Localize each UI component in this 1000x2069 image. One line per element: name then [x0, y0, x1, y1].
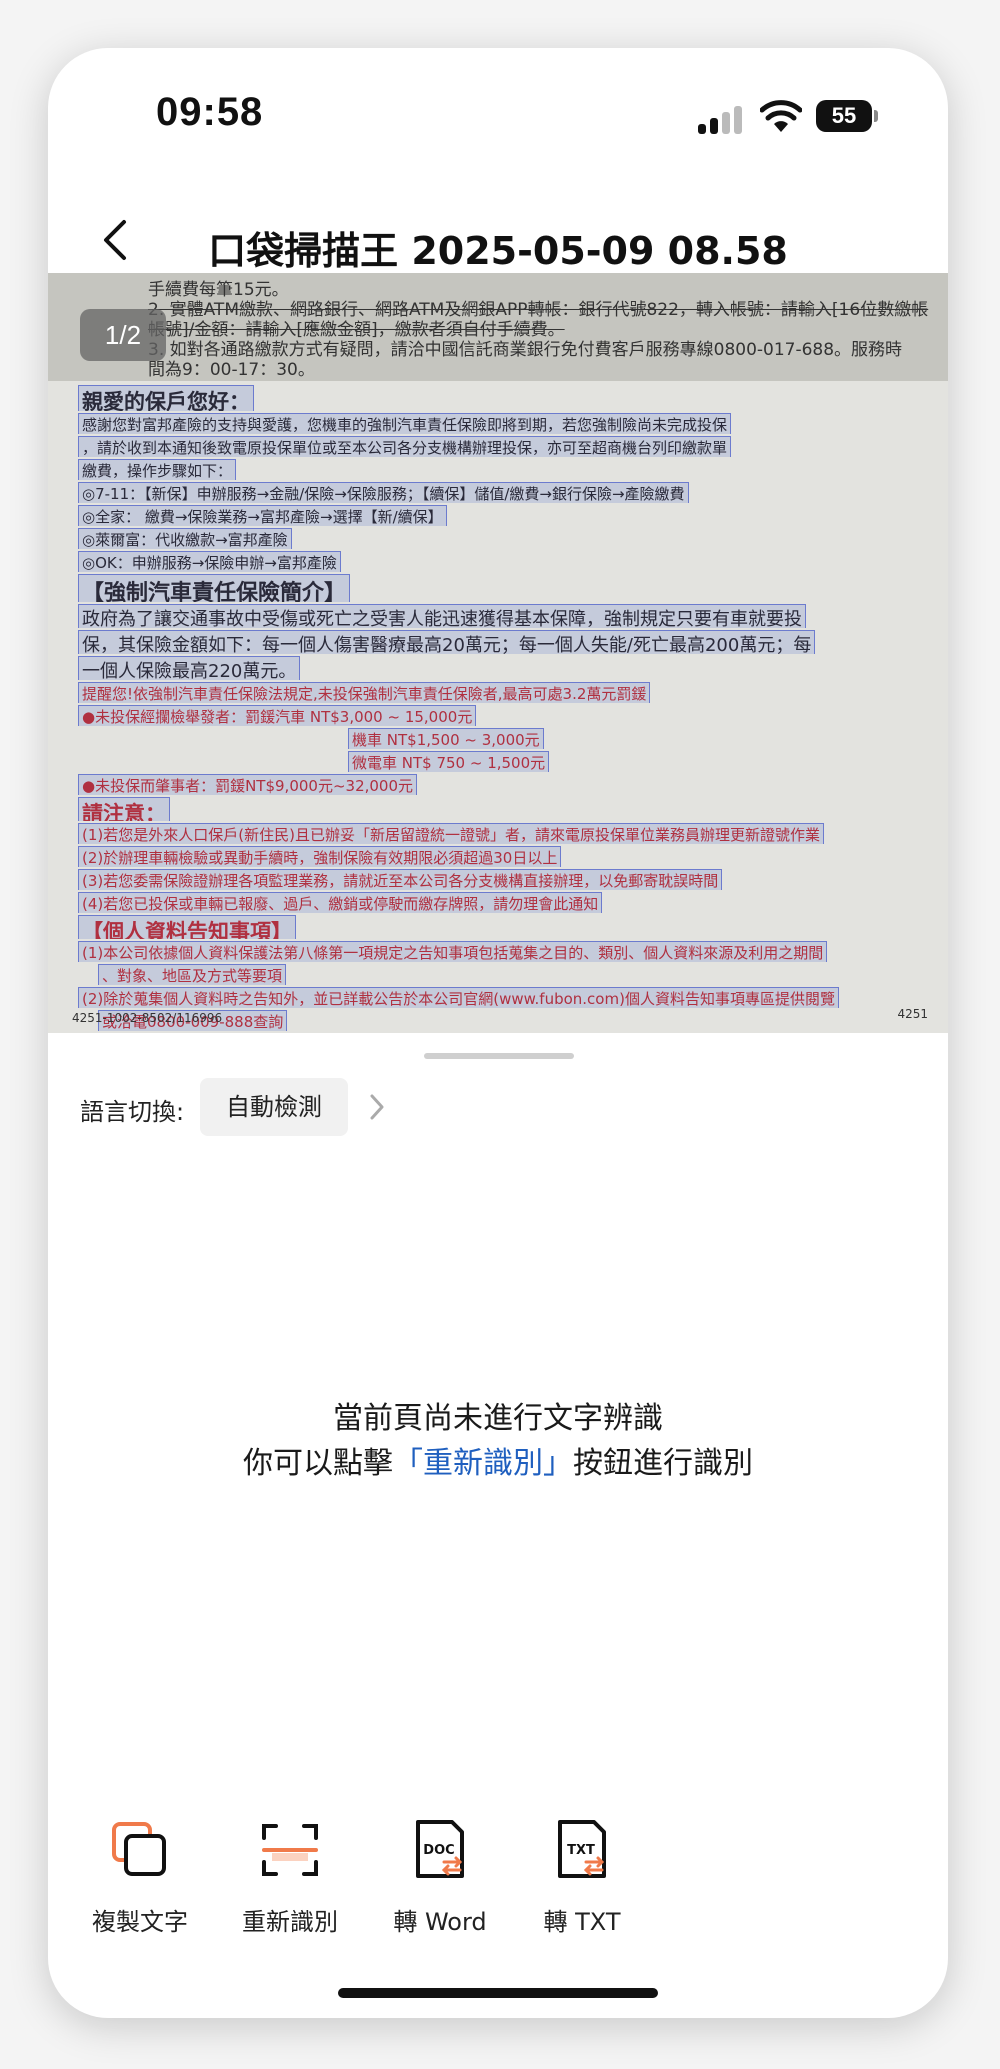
to-txt-label: 轉 TXT: [543, 1908, 621, 1936]
text-line: (2)除於蒐集個人資料時之告知外，並已詳載公告於本公司官網(www.fubon.…: [78, 987, 839, 1008]
text-line: (1)若您是外來人口保戶(新住民)且已辦妥「新居留證統一證號」者，請來電原投保單…: [78, 823, 824, 844]
hint-prefix: 你可以點擊: [243, 1446, 393, 1481]
text-line: 機車 NT$1,500 ~ 3,000元: [348, 728, 544, 749]
to-word-button[interactable]: DOC 轉 Word: [380, 1818, 500, 1937]
language-label: 語言切換:: [80, 1098, 185, 1126]
scan-frame-icon: [262, 1824, 318, 1876]
text-line: (2)於辦理車輛檢驗或異動手續時，強制保險有效期限必須超過30日以上: [78, 846, 562, 867]
text-line: 親愛的保戶您好：: [78, 385, 254, 411]
status-bar: 09:58 55: [48, 48, 948, 188]
language-select[interactable]: 自動檢測: [200, 1078, 348, 1136]
rescan-label: 重新識別: [242, 1908, 338, 1936]
text-line: ，請於收到本通知後致電原投保單位或至本公司各分支機構辦理投保，亦可至超商機台列印…: [78, 436, 732, 457]
text-line: (3)若您委需保險證辦理各項監理業務，請就近至本公司各分支機構直接辦理，以免郵寄…: [78, 869, 723, 890]
doc-footer-right: 4251: [897, 1007, 928, 1021]
scanned-document-image[interactable]: 手續費每筆15元。 2. 實體ATM繳款、網路銀行、網路ATM及網銀APP轉帳：…: [48, 273, 948, 1033]
text-line: (4)若您已投保或車輛已報廢、過戶、繳銷或停駛而繳存牌照，請勿理會此通知: [78, 892, 603, 913]
document-text-lines: 親愛的保戶您好： 感謝您對富邦產險的支持與愛護，您機車的強制汽車責任保險即將到期…: [78, 383, 928, 1031]
page-title: 口袋掃描王 2025-05-09 08.58: [208, 229, 788, 273]
text-line: 保，其保險金額如下：每一個人傷害醫療最高20萬元；每一個人失能/死亡最高200萬…: [78, 630, 816, 654]
text-line: 政府為了讓交通事故中受傷或死亡之受害人能迅速獲得基本保障，強制規定只要有車就要投: [78, 604, 806, 628]
phone-screen: 09:58 55 口袋掃描王 2025-05-09 08.58 手續費每筆15元…: [48, 48, 948, 2018]
text-line: 一個人保險最高220萬元。: [78, 656, 301, 680]
word-doc-icon: DOC: [416, 1820, 464, 1878]
copy-icon: [112, 1822, 166, 1876]
doc-badge-text: DOC: [423, 1843, 454, 1858]
copy-text-button[interactable]: 複製文字: [80, 1818, 200, 1937]
rescan-link[interactable]: 「重新識別」: [393, 1446, 573, 1481]
doc-footer-left: 4251-1002-8502/116996: [72, 1011, 223, 1025]
text-line: ◎萊爾富：代收繳款→富邦產險: [78, 528, 292, 549]
text-line: 感謝您對富邦產險的支持與愛護，您機車的強制汽車責任保險即將到期，若您強制險尚未完…: [78, 413, 732, 434]
sheet-grabber-handle[interactable]: [424, 1053, 574, 1059]
battery-icon: 55: [816, 100, 878, 132]
txt-doc-icon: TXT: [558, 1820, 606, 1878]
to-word-label: 轉 Word: [393, 1908, 487, 1936]
text-line: ◎7-11：【新保】申辦服務→金融/保險→保險服務；【續保】儲值/繳費→銀行保險…: [78, 482, 689, 503]
empty-state-hint: 你可以點擊「重新識別」按鈕進行識別: [48, 1438, 948, 1482]
text-line: 微電車 NT$ 750 ~ 1,500元: [348, 751, 550, 772]
wifi-icon: [760, 100, 802, 132]
status-time: 09:58: [156, 90, 264, 134]
text-line: 提醒您!依強制汽車責任保險法規定,未投保強制汽車責任保險者,最高可處3.2萬元罰…: [78, 682, 651, 703]
text-line: 【個人資料告知事項】: [78, 915, 296, 939]
text-line: ●未投保而肇事者：罰鍰NT$9,000元~32,000元: [78, 774, 418, 795]
to-txt-button[interactable]: TXT 轉 TXT: [522, 1818, 642, 1937]
text-line: 請注意：: [78, 797, 170, 821]
empty-state-title: 當前頁尚未進行文字辨識: [333, 1401, 663, 1436]
text-line: (1)本公司依據個人資料保護法第八條第一項規定之告知事項包括蒐集之目的、類別、個…: [78, 941, 828, 962]
chevron-right-icon[interactable]: [366, 1092, 388, 1122]
page-indicator: 1/2: [80, 309, 166, 361]
text-line: ◎全家： 繳費→保險業務→富邦產險→選擇【新/續保】: [78, 505, 447, 526]
text-line: 、對象、地區及方式等要項: [98, 964, 287, 985]
txt-badge-text: TXT: [567, 1843, 595, 1858]
document-top-strip: 手續費每筆15元。 2. 實體ATM繳款、網路銀行、網路ATM及網銀APP轉帳：…: [48, 273, 948, 381]
cellular-signal-icon: [698, 104, 744, 134]
rescan-button[interactable]: 重新識別: [230, 1818, 350, 1937]
text-line: 繳費，操作步驟如下：: [78, 459, 237, 480]
hint-suffix: 按鈕進行識別: [573, 1446, 753, 1481]
home-indicator[interactable]: [338, 1988, 658, 1998]
text-line: 【強制汽車責任保險簡介】: [78, 574, 351, 602]
doc-top-line: 間為9：00-17：30。: [148, 360, 315, 380]
copy-text-label: 複製文字: [92, 1908, 188, 1936]
text-line: ◎OK：申辦服務→保險申辦→富邦產險: [78, 551, 341, 572]
text-line: ●未投保經攔檢舉發者：罰鍰汽車 NT$3,000 ~ 15,000元: [78, 705, 477, 726]
